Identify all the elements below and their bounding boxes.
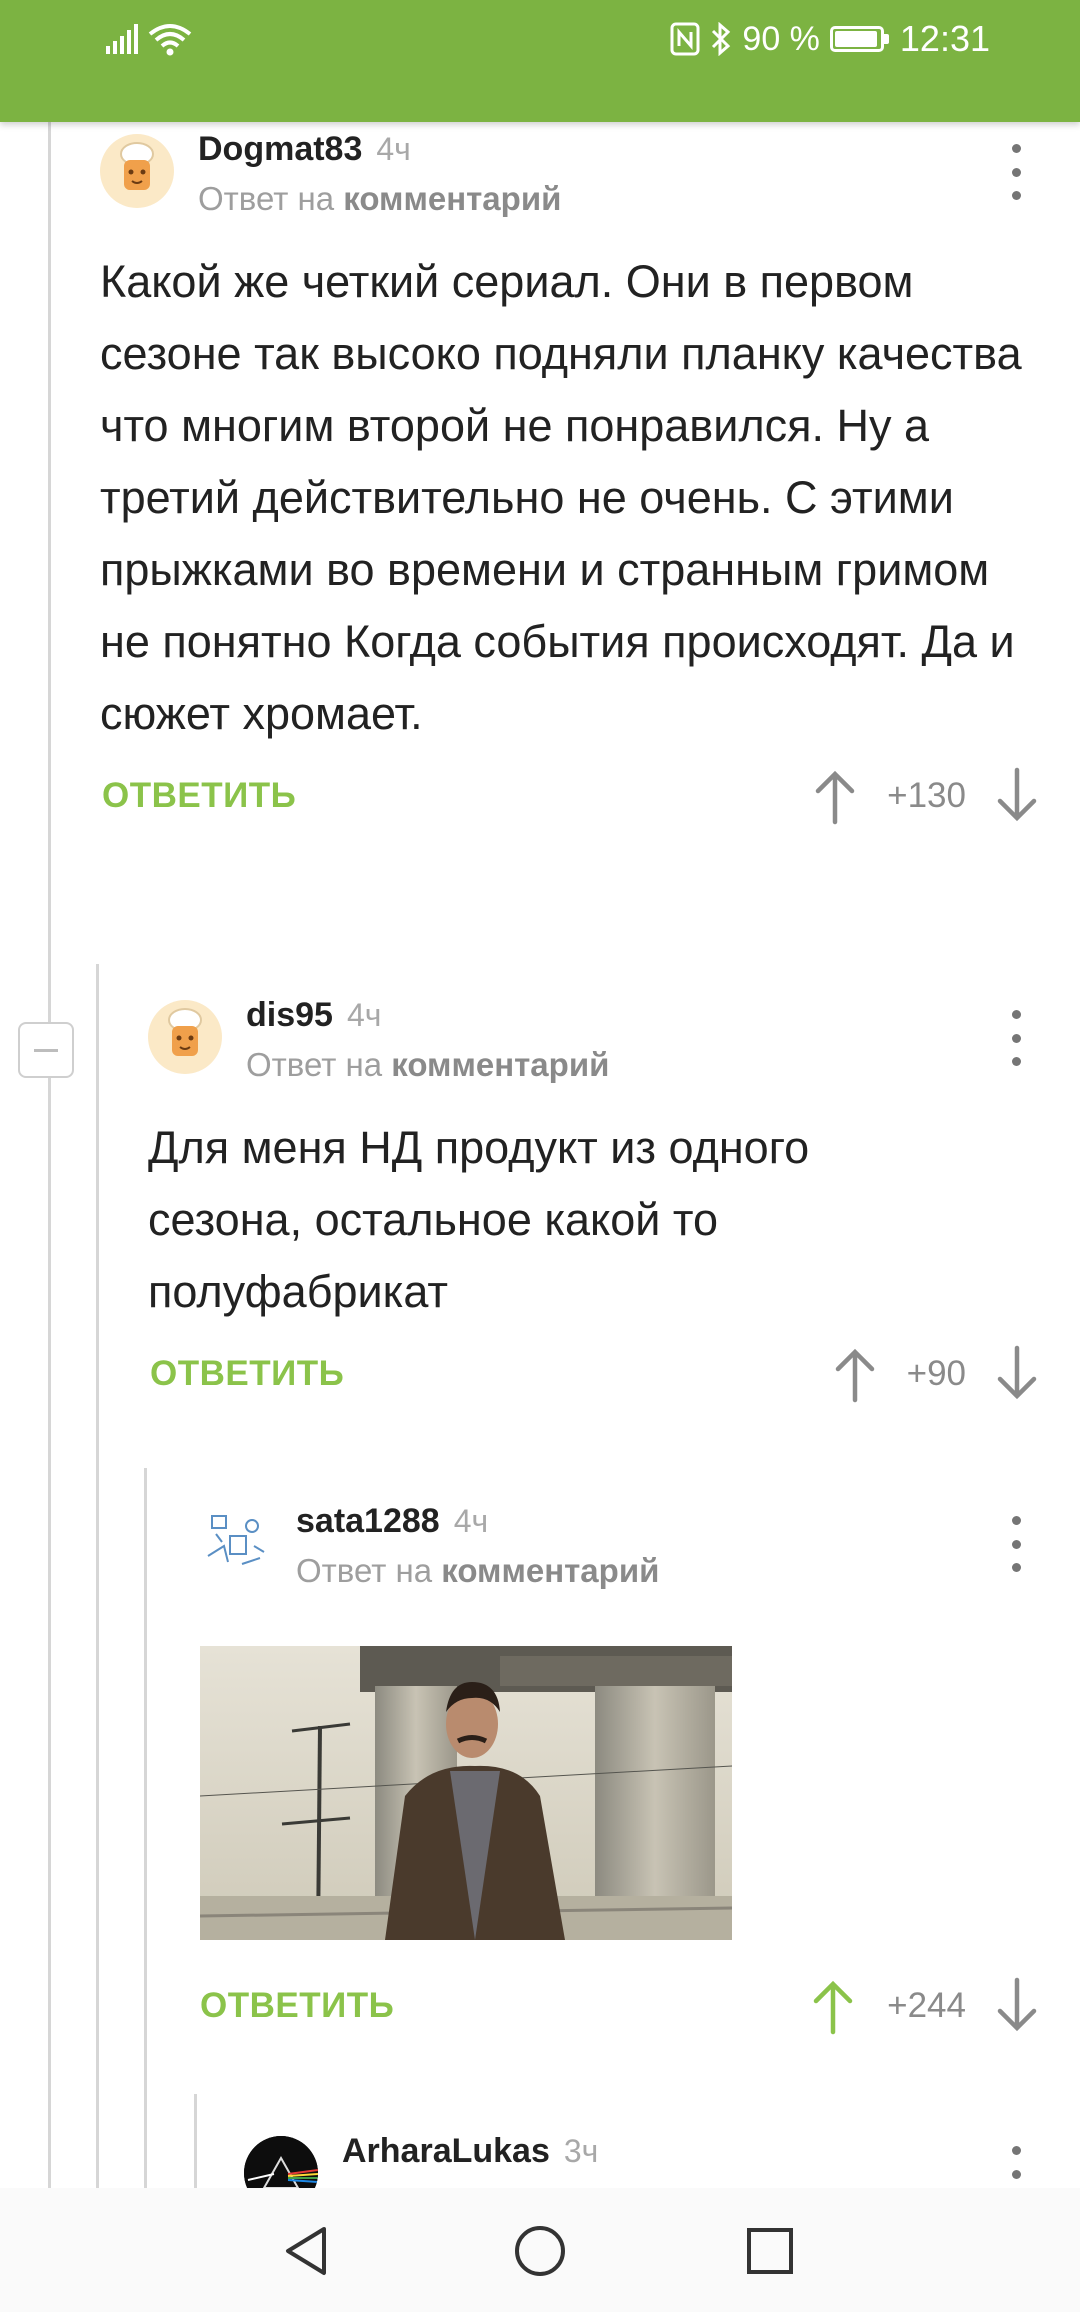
comment-text: Какой же четкий сериал. Они в первом сез… — [100, 256, 1022, 739]
status-bar: 90 % 12:31 — [0, 0, 1080, 122]
reply-button[interactable]: ОТВЕТИТЬ — [150, 1354, 344, 1394]
gif-frame — [200, 1646, 732, 1940]
username[interactable]: Dogmat83 4ч — [198, 130, 411, 169]
username-text[interactable]: dis95 — [246, 996, 333, 1034]
arrow-up-icon[interactable] — [810, 766, 860, 826]
reply-to-link[interactable]: комментарий — [441, 1552, 659, 1589]
recents-button[interactable] — [735, 2216, 805, 2286]
home-icon — [515, 2226, 565, 2276]
status-right: 90 % 12:31 — [670, 18, 990, 60]
arrow-down-icon[interactable] — [992, 1976, 1042, 2036]
battery-percent: 90 % — [742, 19, 820, 58]
avatar[interactable] — [198, 1506, 272, 1580]
battery-icon — [829, 26, 889, 52]
username-text[interactable]: sata1288 — [296, 1502, 440, 1540]
reply-button[interactable]: ОТВЕТИТЬ — [102, 776, 296, 816]
comment-sata1288: sata1288 4ч Ответ на комментарий — [198, 1500, 1040, 1610]
comment-actions: ОТВЕТИТЬ +130 — [100, 756, 1040, 846]
collapse-thread-button[interactable] — [18, 1022, 74, 1078]
comment-header: Dogmat83 4ч Ответ на комментарий — [100, 128, 1040, 238]
comment-gif-image[interactable] — [200, 1646, 732, 1940]
username-text[interactable]: Dogmat83 — [198, 130, 362, 168]
comment-text: Для меня НД продукт из одного сезона, ос… — [148, 1122, 810, 1317]
reply-to: Ответ на комментарий — [198, 180, 561, 218]
thread-line-level-3 — [144, 1468, 147, 2188]
comment-time: 4ч — [376, 131, 411, 167]
reply-button[interactable]: ОТВЕТИТЬ — [200, 1986, 394, 2026]
recents-icon — [747, 2228, 793, 2274]
back-icon — [286, 2227, 326, 2275]
thread-line-level-4 — [194, 2094, 197, 2188]
comment-time: 4ч — [346, 997, 382, 1033]
status-left — [104, 22, 192, 56]
thread-line-level-1 — [48, 122, 51, 2188]
username-text[interactable]: ArharaLukas — [342, 2132, 550, 2170]
nfc-icon — [670, 22, 700, 56]
username[interactable]: sata1288 4ч — [296, 1502, 488, 1541]
avatar[interactable] — [100, 134, 174, 208]
home-button[interactable] — [505, 2216, 575, 2286]
more-icon[interactable] — [996, 1010, 1036, 1066]
signal-icon — [106, 24, 138, 54]
comment-header: sata1288 4ч Ответ на комментарий — [198, 1500, 1040, 1610]
comment-dis95: dis95 4ч Ответ на комментарий Для меня НД… — [148, 994, 1040, 1424]
wifi-icon — [148, 24, 192, 56]
chef-avatar-icon — [168, 1008, 202, 1056]
thread-line-level-2 — [96, 964, 99, 2188]
chef-avatar-icon — [120, 142, 154, 190]
reply-to-label: Ответ на — [198, 180, 335, 217]
more-icon[interactable] — [996, 144, 1036, 200]
reply-to: Ответ на комментарий — [296, 1552, 659, 1590]
score: +130 — [887, 776, 966, 815]
username[interactable]: ArharaLukas 3ч — [342, 2132, 598, 2171]
comment-actions: ОТВЕТИТЬ +90 — [148, 1334, 1040, 1424]
bluetooth-icon — [712, 22, 731, 56]
sketch-avatar-icon — [207, 1515, 265, 1565]
arrow-down-icon[interactable] — [992, 1344, 1042, 1404]
reply-to-link[interactable]: комментарий — [391, 1046, 609, 1083]
reply-to: Ответ на комментарий — [246, 1046, 609, 1084]
arrow-down-icon[interactable] — [992, 766, 1042, 826]
score: +90 — [906, 1354, 966, 1393]
reply-to-label: Ответ на — [296, 1552, 433, 1589]
score: +244 — [887, 1986, 966, 2025]
clock: 12:31 — [899, 18, 990, 59]
username[interactable]: dis95 4ч — [246, 996, 381, 1035]
avatar[interactable] — [148, 1000, 222, 1074]
comment-actions: ОТВЕТИТЬ +244 — [198, 1966, 1040, 2056]
comment-dogmat83: Dogmat83 4ч Ответ на комментарий Какой же… — [100, 128, 1040, 846]
system-navigation-bar — [0, 2188, 1080, 2312]
comment-time: 3ч — [563, 2133, 599, 2169]
arrow-up-icon[interactable] — [808, 1976, 858, 2036]
reply-to-label: Ответ на — [246, 1046, 383, 1083]
reply-to-link[interactable]: комментарий — [343, 180, 561, 217]
comment-time: 4ч — [453, 1503, 489, 1539]
comment-header: dis95 4ч Ответ на комментарий — [148, 994, 1040, 1104]
more-icon[interactable] — [996, 1516, 1036, 1572]
back-button[interactable] — [272, 2216, 342, 2286]
